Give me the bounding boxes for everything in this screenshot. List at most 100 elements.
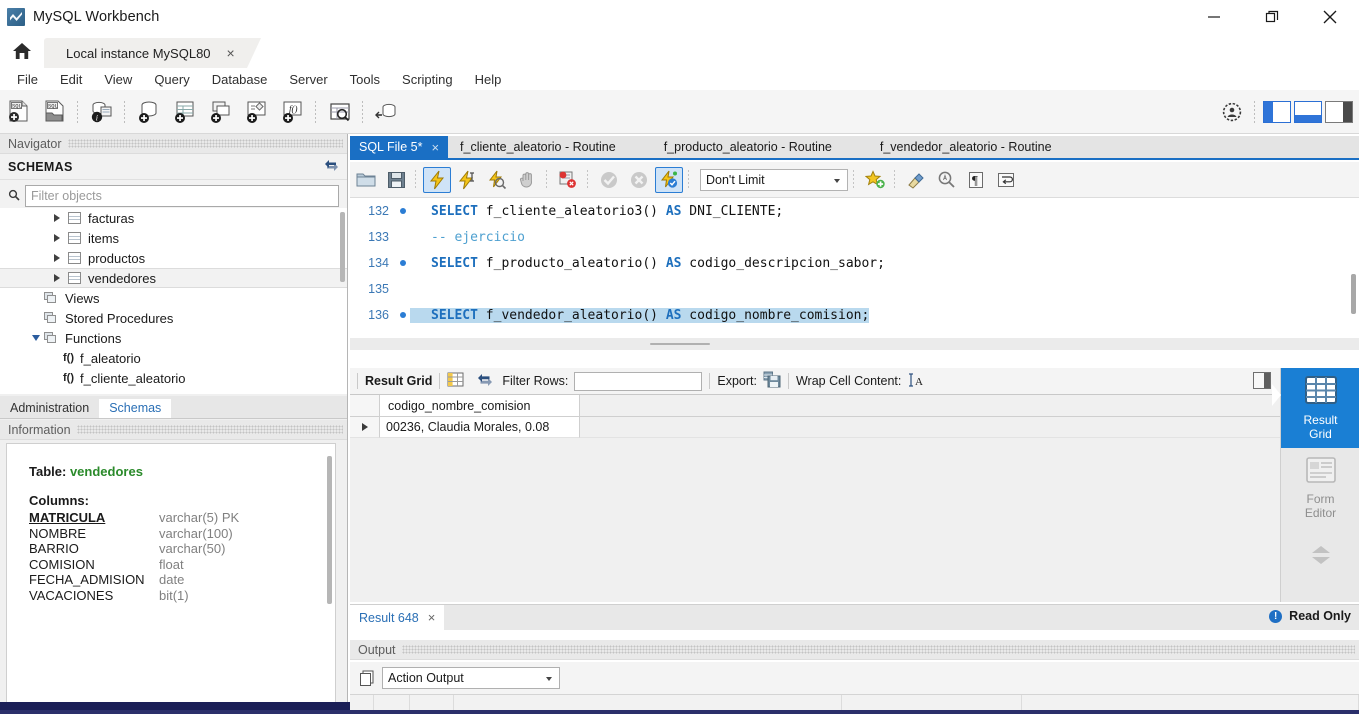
toggle-stop-on-error-icon[interactable]	[554, 167, 582, 193]
toggle-autocommit-icon[interactable]	[655, 166, 683, 193]
open-file-icon[interactable]	[352, 167, 380, 193]
result-grid[interactable]: codigo_nombre_comision 00236, Claudia Mo…	[350, 394, 1280, 602]
tree-scrollbar[interactable]	[340, 212, 345, 282]
tree-item-f-aleatorio[interactable]: f() f_aleatorio	[0, 348, 347, 368]
admin-target-icon[interactable]	[1215, 95, 1249, 129]
result-grid-icon[interactable]	[447, 372, 464, 390]
chevron-right-icon[interactable]	[54, 254, 60, 262]
new-sql-tab-icon[interactable]: SQL	[2, 95, 36, 129]
menu-query[interactable]: Query	[143, 70, 200, 89]
result-grid-view-button[interactable]: Result Grid	[1272, 368, 1359, 448]
instance-tab-local-mysql80[interactable]: Local instance MySQL80 ×	[44, 38, 261, 68]
tree-item-facturas[interactable]: facturas	[0, 208, 347, 228]
menu-tools[interactable]: Tools	[339, 70, 391, 89]
chevron-right-icon[interactable]	[54, 274, 60, 282]
tree-item-vendedores[interactable]: vendedores	[0, 268, 347, 288]
editor-tab-f-cliente-aleatorio[interactable]: f_cliente_aleatorio - Routine	[448, 136, 640, 158]
edit-table-data-icon[interactable]	[323, 95, 357, 129]
chevron-up-icon[interactable]	[1311, 546, 1330, 553]
save-file-icon[interactable]	[382, 167, 410, 193]
copy-rows-icon[interactable]	[356, 667, 378, 689]
commit-icon[interactable]	[595, 167, 623, 193]
output-layout-icon[interactable]	[1294, 101, 1322, 123]
new-function-icon[interactable]: f()	[276, 95, 310, 129]
export-recordset-icon[interactable]	[763, 371, 781, 391]
grid-column-header[interactable]: codigo_nombre_comision	[380, 395, 580, 417]
menu-edit[interactable]: Edit	[49, 70, 93, 89]
tree-item-f-cliente-aleatorio[interactable]: f() f_cliente_aleatorio	[0, 368, 347, 388]
beautify-sql-icon[interactable]	[902, 167, 930, 193]
menu-database[interactable]: Database	[201, 70, 279, 89]
rollback-icon[interactable]	[625, 167, 653, 193]
toggle-side-panel-icon[interactable]	[1253, 372, 1271, 389]
secondary-sidebar-layout-icon[interactable]	[1325, 101, 1353, 123]
execute-icon[interactable]	[423, 166, 451, 193]
editor-tab-f-vendedor-aleatorio[interactable]: f_vendedor_aleatorio - Routine	[856, 136, 1076, 158]
chevron-down-icon[interactable]	[834, 178, 840, 183]
server-status-icon[interactable]: i	[85, 95, 119, 129]
close-icon[interactable]: ×	[428, 610, 436, 625]
tree-item-productos[interactable]: productos	[0, 248, 347, 268]
tab-schemas[interactable]: Schemas	[99, 399, 172, 418]
refresh-results-icon[interactable]	[477, 373, 493, 390]
sidebar-layout-icon[interactable]	[1263, 101, 1291, 123]
table-row[interactable]: 00236, Claudia Morales, 0.08	[350, 417, 1280, 438]
column-name: FECHA_ADMISION	[29, 572, 145, 588]
function-icon: f()	[63, 352, 74, 364]
minimize-icon[interactable]	[1185, 0, 1243, 34]
new-schema-icon[interactable]	[132, 95, 166, 129]
chevron-right-icon[interactable]	[54, 234, 60, 242]
menu-scripting[interactable]: Scripting	[391, 70, 464, 89]
tab-administration[interactable]: Administration	[0, 399, 99, 418]
sql-code-editor[interactable]: 132 SELECT f_cliente_aleatorio3() AS DNI…	[350, 198, 1359, 338]
toggle-invisible-chars-icon[interactable]: ¶	[962, 167, 990, 193]
open-sql-script-icon[interactable]: SQL	[38, 95, 72, 129]
find-icon[interactable]	[932, 167, 960, 193]
close-icon[interactable]	[1301, 0, 1359, 34]
add-snippet-icon[interactable]	[861, 167, 889, 193]
home-icon[interactable]	[0, 34, 44, 68]
filter-rows-input[interactable]	[574, 371, 703, 391]
result-view-scroll-buttons[interactable]	[1281, 528, 1359, 582]
tree-item-functions[interactable]: Functions	[0, 328, 347, 348]
menu-view[interactable]: View	[93, 70, 143, 89]
editor-results-splitter[interactable]	[350, 338, 1359, 350]
chevron-right-icon[interactable]	[54, 214, 60, 222]
stop-icon[interactable]	[513, 167, 541, 193]
navigator-caption: Navigator	[0, 134, 347, 154]
new-view-icon[interactable]	[204, 95, 238, 129]
refresh-icon[interactable]	[324, 159, 339, 175]
editor-tab-f-producto-aleatorio[interactable]: f_producto_aleatorio - Routine	[640, 136, 856, 158]
schema-tree[interactable]: facturas items productos vendedores View…	[0, 208, 347, 394]
code-scrollbar[interactable]	[1351, 274, 1356, 314]
row-limit-select[interactable]: Don't Limit	[700, 168, 848, 191]
close-icon[interactable]: ×	[431, 140, 439, 155]
menu-help[interactable]: Help	[464, 70, 513, 89]
tree-item-views[interactable]: Views	[0, 288, 347, 308]
form-editor-view-button[interactable]: Form Editor	[1281, 448, 1359, 528]
toggle-word-wrap-icon[interactable]	[992, 167, 1020, 193]
menu-server[interactable]: Server	[278, 70, 338, 89]
result-tab-648[interactable]: Result 648 ×	[350, 604, 445, 631]
info-scrollbar[interactable]	[327, 456, 332, 604]
chevron-down-icon[interactable]	[1311, 557, 1330, 564]
restore-icon[interactable]	[1243, 0, 1301, 34]
close-icon[interactable]: ×	[227, 46, 235, 60]
new-procedure-icon[interactable]	[240, 95, 274, 129]
execute-current-statement-icon[interactable]	[453, 167, 481, 193]
chevron-down-icon[interactable]	[32, 335, 40, 341]
editor-tab-sql-file-5[interactable]: SQL File 5* ×	[350, 136, 449, 158]
wrap-cell-icon[interactable]: A	[908, 372, 926, 391]
tree-item-stored-procedures[interactable]: Stored Procedures	[0, 308, 347, 328]
tree-item-label: Stored Procedures	[65, 310, 174, 326]
reconnect-server-icon[interactable]	[370, 95, 404, 129]
chevron-down-icon[interactable]	[546, 677, 552, 681]
filter-objects-input[interactable]	[25, 185, 339, 207]
menu-file[interactable]: File	[6, 70, 49, 89]
new-table-icon[interactable]	[168, 95, 202, 129]
tree-item-items[interactable]: items	[0, 228, 347, 248]
output-view-select[interactable]: Action Output	[382, 667, 560, 689]
explain-icon[interactable]	[483, 167, 511, 193]
tree-item-label: Functions	[65, 330, 122, 346]
grid-cell[interactable]: 00236, Claudia Morales, 0.08	[380, 417, 580, 438]
